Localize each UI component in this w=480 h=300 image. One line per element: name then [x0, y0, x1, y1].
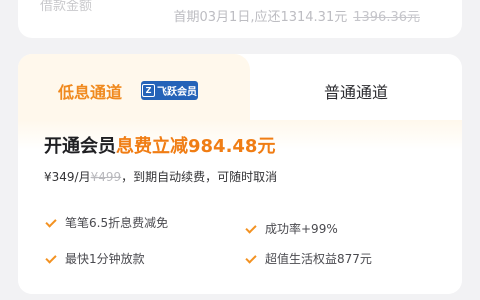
loan-amount-label: 借款金额 — [40, 0, 93, 14]
benefit-label: 超值生活权益877元 — [265, 252, 372, 266]
benefit-item: 超值生活权益877元 — [246, 250, 372, 267]
offer-headline-prefix: 开通会员 — [44, 136, 116, 157]
benefit-label: 成功率+99% — [265, 222, 338, 236]
benefit-label: 最快1分钟放款 — [65, 252, 145, 266]
tab-normal-label: 普通通道 — [324, 83, 389, 102]
check-icon — [46, 217, 57, 228]
offer-headline-highlight: 息费立减984.48元 — [116, 136, 276, 157]
vip-badge: Z 飞跃会员 — [141, 81, 198, 100]
check-icon — [46, 253, 57, 264]
membership-offer-panel: 开通会员息费立减984.48元 ¥349/月¥499，到期自动续费，可随时取消 … — [18, 120, 462, 294]
channel-tabs: 低息通道 Z 飞跃会员 普通通道 — [18, 54, 462, 120]
renewal-note: ，到期自动续费，可随时取消 — [121, 170, 278, 184]
benefit-item: 笔笔6.5折息费减免 — [46, 214, 168, 231]
offer-headline: 开通会员息费立减984.48元 — [44, 132, 275, 158]
original-payment-amount: 1396.36元 — [353, 10, 420, 25]
first-payment-text: 首期03月1日,应还1314.31元 — [173, 10, 348, 25]
feiyue-logo-icon: Z — [142, 84, 155, 97]
original-price: ¥499 — [90, 170, 122, 184]
tab-low-interest-label: 低息通道 — [58, 83, 123, 102]
vip-badge-label: 飞跃会员 — [157, 87, 197, 98]
benefit-item: 最快1分钟放款 — [46, 250, 145, 267]
check-icon — [246, 223, 257, 234]
channel-selection-card: 低息通道 Z 飞跃会员 普通通道 开通会员息费立减984.48元 ¥349/月¥… — [18, 54, 462, 294]
first-payment-info: 首期03月1日,应还1314.31元 1396.36元 — [174, 6, 420, 25]
check-icon — [246, 253, 257, 264]
tab-normal[interactable]: 普通通道 — [250, 54, 462, 120]
benefit-item: 成功率+99% — [246, 220, 338, 237]
repayment-summary-card: 借款金额 首期03月1日,应还1314.31元 1396.36元 — [18, 0, 462, 38]
membership-price: ¥349/月 — [44, 170, 91, 184]
tab-low-interest[interactable]: 低息通道 Z 飞跃会员 — [18, 54, 250, 120]
price-line: ¥349/月¥499，到期自动续费，可随时取消 — [44, 168, 277, 185]
benefit-label: 笔笔6.5折息费减免 — [65, 216, 169, 230]
